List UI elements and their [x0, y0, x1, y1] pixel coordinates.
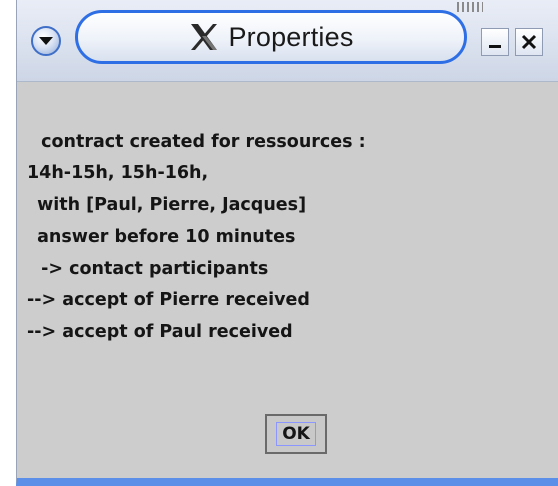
- close-button[interactable]: [515, 28, 543, 56]
- message-line: with [Paul, Pierre, Jacques]: [31, 195, 307, 215]
- message-line: --> accept of Paul received: [27, 322, 293, 342]
- properties-dialog: Properties contract created for ressourc…: [16, 0, 558, 486]
- ok-button-label: OK: [276, 422, 316, 446]
- window-menu-button[interactable]: [31, 26, 61, 56]
- message-line: answer before 10 minutes: [31, 227, 296, 247]
- message-line: -> contact participants: [35, 259, 269, 279]
- window-title: Properties: [228, 21, 354, 52]
- minimize-button[interactable]: [481, 28, 509, 56]
- close-icon: [521, 34, 537, 50]
- window-title-pill: Properties: [75, 10, 467, 64]
- message-line: 14h-15h, 15h-16h,: [27, 163, 209, 183]
- title-bar[interactable]: Properties: [17, 0, 558, 82]
- message-line: --> accept of Pierre received: [27, 290, 310, 310]
- x-logo-icon: [191, 24, 218, 50]
- ok-button[interactable]: OK: [265, 414, 327, 454]
- message-line: contract created for ressources :: [35, 132, 366, 152]
- minimize-icon: [489, 45, 501, 48]
- screen: Properties contract created for ressourc…: [0, 0, 558, 486]
- chevron-down-icon: [39, 37, 53, 45]
- resize-grip: [457, 2, 483, 12]
